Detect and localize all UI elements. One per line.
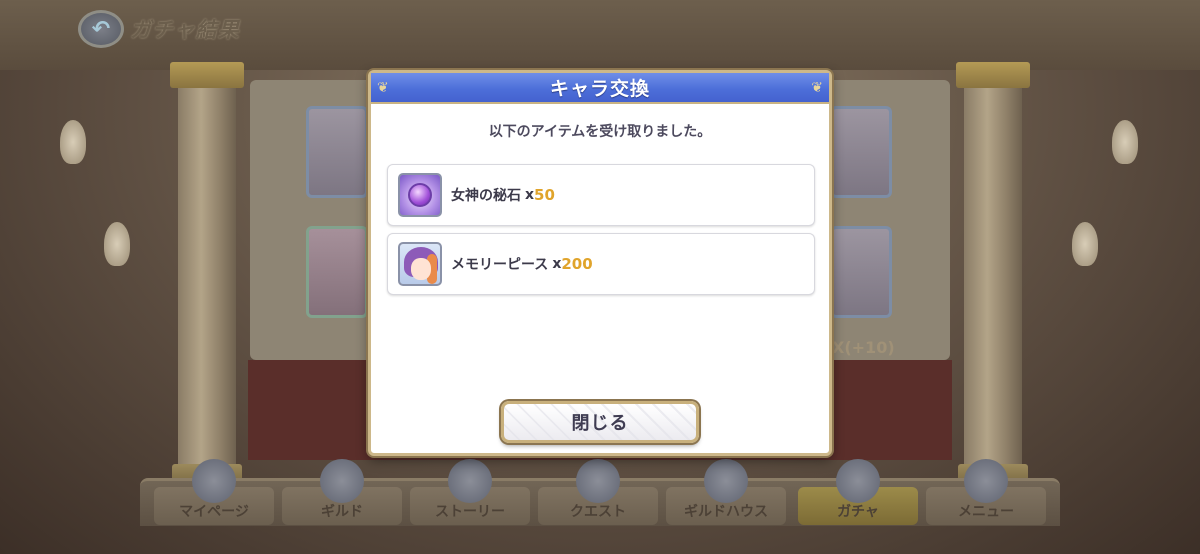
reward-name: 女神の秘石 xyxy=(451,188,521,204)
memory-piece-icon xyxy=(398,242,442,286)
quest-icon xyxy=(576,459,620,503)
reward-quantity: 50 xyxy=(534,186,555,204)
nav-tab-guild[interactable]: ギルド xyxy=(282,459,402,525)
nav-tab-label: ガチャ xyxy=(837,504,879,520)
menu-icon xyxy=(964,459,1008,503)
result-card xyxy=(830,226,892,318)
wall-lamp xyxy=(104,222,130,266)
mypage-icon xyxy=(192,459,236,503)
nav-tab-story[interactable]: ストーリー xyxy=(410,459,530,525)
goddess-stone-icon xyxy=(398,173,442,217)
exchange-dialog: ❦ キャラ交換 ❦ 以下のアイテムを受け取りました。 女神の秘石 x 50 メモリ… xyxy=(368,70,832,456)
character-face xyxy=(411,258,431,280)
back-arrow-icon: ↶ xyxy=(91,16,111,42)
reward-list: 女神の秘石 x 50 メモリーピース x 200 xyxy=(387,164,815,302)
result-card xyxy=(306,106,368,198)
nav-tab-label: メニュー xyxy=(958,504,1014,520)
bottom-nav: マイページ ギルド ストーリー クエスト ギルドハウス ガチャ メニュー xyxy=(140,459,1060,526)
result-card xyxy=(306,226,368,318)
reward-item: 女神の秘石 x 50 xyxy=(387,164,815,226)
nav-tab-label: クエスト xyxy=(570,504,626,520)
nav-tab-label: ギルドハウス xyxy=(684,504,768,520)
ornament-icon: ❦ xyxy=(377,80,389,96)
nav-tab-guildhouse[interactable]: ギルドハウス xyxy=(666,459,786,525)
nav-tab-menu[interactable]: メニュー xyxy=(926,459,1046,525)
gacha-icon xyxy=(836,459,880,503)
ornament-icon: ❦ xyxy=(811,80,823,96)
wall-lamp xyxy=(1112,120,1138,164)
nav-tab-gacha[interactable]: ガチャ xyxy=(798,459,918,525)
pillar xyxy=(170,62,244,486)
side-note: X(+10) xyxy=(832,338,895,357)
screen-header: ↶ ガチャ結果 xyxy=(78,10,240,48)
guildhouse-icon xyxy=(704,459,748,503)
dialog-title: キャラ交換 xyxy=(549,78,650,100)
page-title: ガチャ結果 xyxy=(130,18,240,42)
nav-tab-mypage[interactable]: マイページ xyxy=(154,459,274,525)
back-button[interactable]: ↶ xyxy=(78,10,124,48)
reward-multiplier: x xyxy=(525,187,535,203)
wall-lamp xyxy=(1072,222,1098,266)
wall-lamp xyxy=(60,120,86,164)
guild-icon xyxy=(320,459,364,503)
nav-tab-label: ストーリー xyxy=(435,504,505,520)
dialog-header: ❦ キャラ交換 ❦ xyxy=(371,73,829,104)
reward-multiplier: x xyxy=(552,256,562,272)
nav-tab-label: ギルド xyxy=(321,504,363,520)
reward-name: メモリーピース xyxy=(451,257,549,273)
gem-shape xyxy=(408,183,432,207)
dialog-message: 以下のアイテムを受け取りました。 xyxy=(488,124,712,140)
close-button[interactable]: 閉じる xyxy=(501,401,699,443)
story-icon xyxy=(448,459,492,503)
nav-tab-label: マイページ xyxy=(179,504,249,520)
nav-tab-quest[interactable]: クエスト xyxy=(538,459,658,525)
reward-item: メモリーピース x 200 xyxy=(387,233,815,295)
pillar xyxy=(956,62,1030,486)
reward-quantity: 200 xyxy=(561,255,593,273)
result-card xyxy=(830,106,892,198)
